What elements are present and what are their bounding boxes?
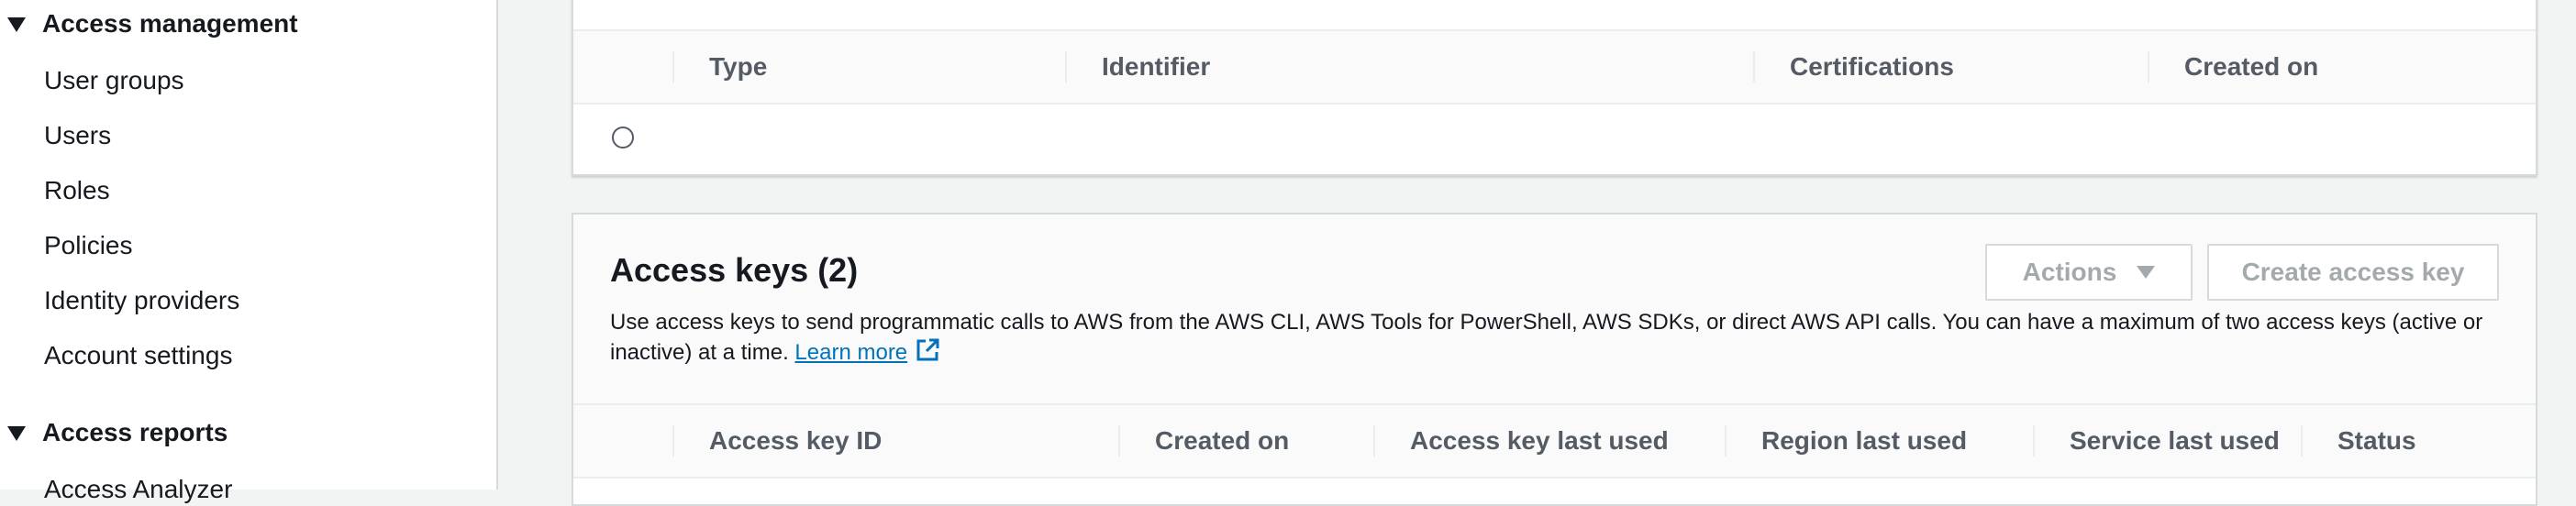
section-access-management[interactable]: Access management — [7, 9, 298, 38]
column-label: Created on — [1155, 426, 1290, 455]
column-header-certifications[interactable]: Certifications — [1753, 31, 2148, 103]
section-label: Access reports — [42, 418, 228, 446]
column-label: Type — [709, 52, 768, 81]
column-divider — [1725, 425, 1727, 456]
column-header-created-on[interactable]: Created on — [2148, 31, 2537, 103]
column-header-region-last-used[interactable]: Region last used — [1725, 405, 2033, 477]
column-divider — [2148, 51, 2149, 82]
table-header: Type Identifier Certifications Created o… — [573, 29, 2536, 104]
column-divider — [1118, 425, 1120, 456]
column-header-identifier[interactable]: Identifier — [1065, 31, 1753, 103]
column-divider — [2033, 425, 2035, 456]
row-select-radio[interactable] — [612, 126, 634, 148]
column-divider — [2301, 425, 2303, 456]
caret-down-icon — [7, 426, 26, 441]
external-link-icon[interactable] — [915, 337, 940, 363]
actions-button[interactable]: Actions — [1985, 244, 2193, 301]
column-divider — [1753, 51, 1755, 82]
column-label: Created on — [2184, 52, 2319, 81]
sidebar-item-user-groups[interactable]: User groups — [44, 66, 184, 95]
button-label: Actions — [2022, 258, 2117, 286]
sidebar-item-identity-providers[interactable]: Identity providers — [44, 286, 239, 315]
column-label: Access key ID — [709, 426, 883, 455]
column-label: Certifications — [1790, 52, 1954, 81]
column-header-access-key-last-used[interactable]: Access key last used — [1373, 405, 1725, 477]
access-keys-title: Access keys (2) — [610, 251, 859, 289]
sidebar-item-roles[interactable]: Roles — [44, 176, 110, 205]
column-divider — [672, 51, 674, 82]
column-header-service-last-used[interactable]: Service last used — [2033, 405, 2301, 477]
access-keys-description: Use access keys to send programmatic cal… — [610, 308, 2518, 368]
sidebar-item-policies[interactable]: Policies — [44, 231, 132, 260]
access-keys-panel: Access keys (2) Actions Create access ke… — [572, 213, 2537, 506]
column-label: Status — [2337, 426, 2416, 455]
column-header-created-on[interactable]: Created on — [1118, 405, 1373, 477]
column-label: Identifier — [1102, 52, 1211, 81]
caret-down-icon — [7, 17, 26, 32]
sidebar-item-access-analyzer[interactable]: Access Analyzer — [44, 475, 232, 504]
table-header: Access key ID Created on Access key last… — [573, 403, 2536, 478]
sidebar-item-users[interactable]: Users — [44, 121, 111, 150]
column-label: Access key last used — [1410, 426, 1669, 455]
column-label: Region last used — [1761, 426, 1968, 455]
create-access-key-button[interactable]: Create access key — [2207, 244, 2499, 301]
mfa-devices-panel: Type Identifier Certifications Created o… — [572, 0, 2537, 176]
section-access-reports[interactable]: Access reports — [7, 418, 228, 447]
learn-more-link[interactable]: Learn more — [794, 340, 907, 365]
column-header-type[interactable]: Type — [672, 31, 1065, 103]
column-label: Service last used — [2070, 426, 2280, 455]
column-divider — [1065, 51, 1067, 82]
sidebar-item-account-settings[interactable]: Account settings — [44, 341, 232, 370]
column-divider — [1373, 425, 1375, 456]
column-divider — [672, 425, 674, 456]
column-header-access-key-id[interactable]: Access key ID — [672, 405, 1118, 477]
button-label: Create access key — [2241, 258, 2465, 286]
sidebar-nav: Access management User groups Users Role… — [0, 0, 498, 503]
section-label: Access management — [42, 9, 298, 38]
column-header-status[interactable]: Status — [2301, 405, 2536, 477]
caret-down-icon — [2137, 266, 2156, 279]
